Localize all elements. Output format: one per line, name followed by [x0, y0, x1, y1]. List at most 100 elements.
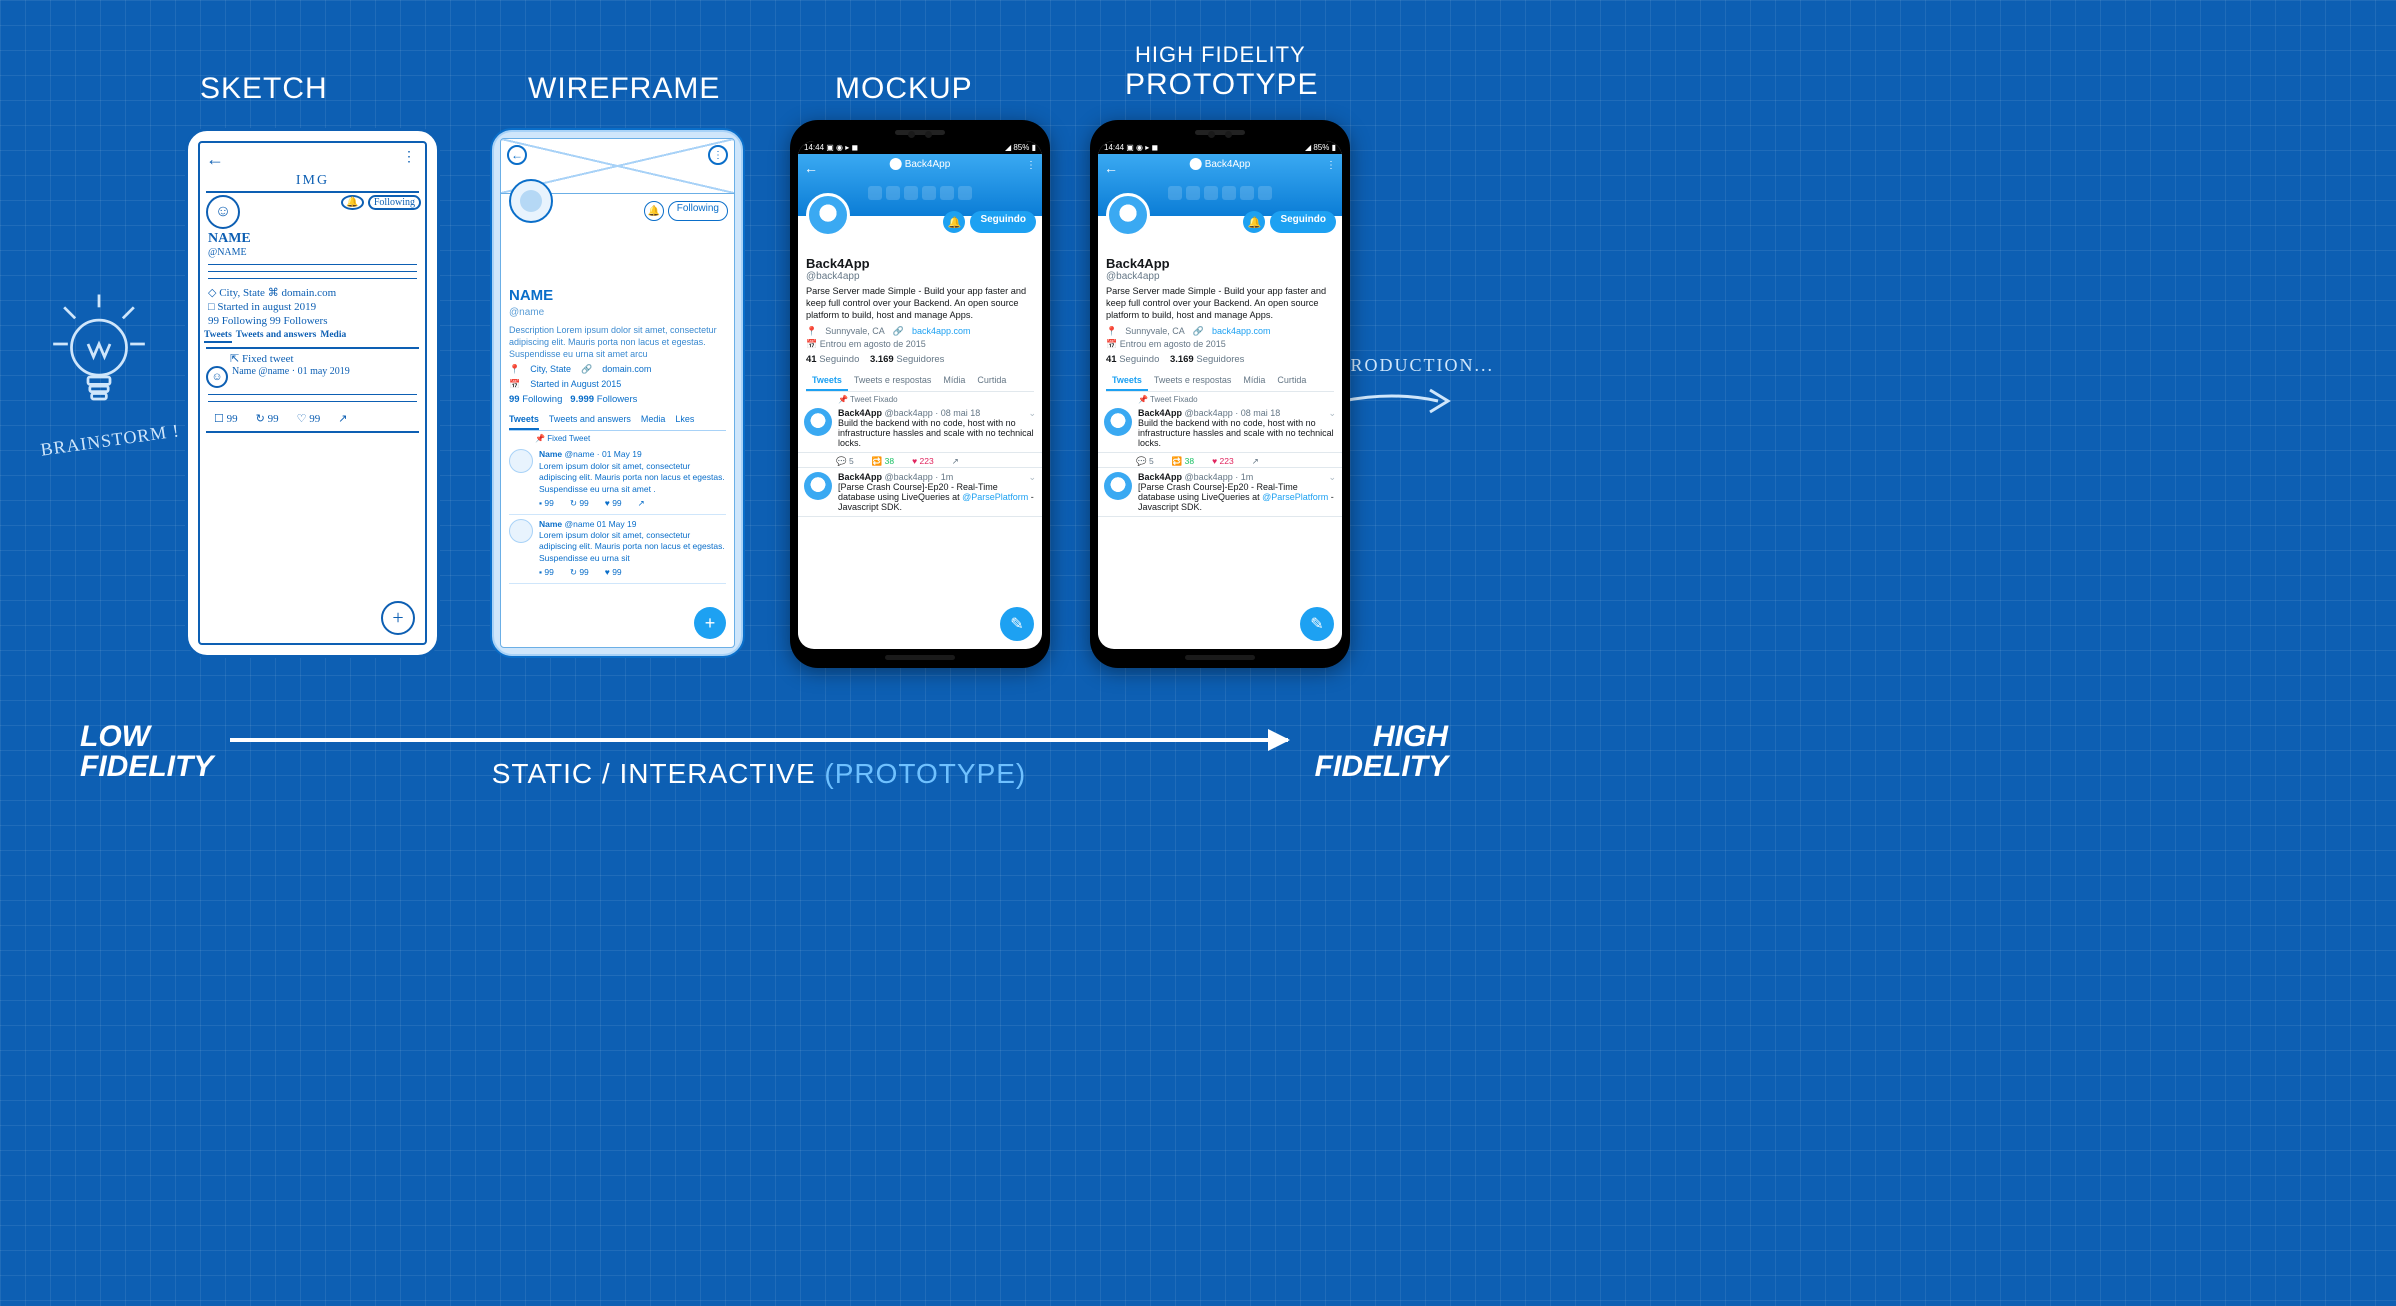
profile-bio: Parse Server made Simple - Build your ap… [806, 286, 1034, 322]
tweet-author: Back4App [1138, 472, 1182, 482]
tweet-item[interactable]: ⌄ Back4App @back4app · 1m [Parse Crash C… [798, 467, 1042, 517]
tab-tweets[interactable]: Tweets [1106, 371, 1148, 391]
link-icon: 🔗 [893, 326, 904, 337]
title-prototype: PROTOTYPE [1125, 68, 1318, 102]
tab-tweets[interactable]: Tweets [806, 371, 848, 391]
title-wireframe: WIREFRAME [528, 72, 720, 106]
menu-dots-icon[interactable]: ⋮ [708, 145, 728, 165]
tab-likes[interactable]: Curtida [1271, 371, 1312, 391]
chevron-down-icon[interactable]: ⌄ [1028, 472, 1036, 483]
share-icon[interactable]: ↗ [338, 412, 347, 425]
tweet-item[interactable]: ⌄ Back4App @back4app · 08 mai 18 Build t… [1098, 404, 1342, 453]
compose-fab[interactable]: ✎ [1300, 607, 1334, 641]
tab-media[interactable]: Media [641, 413, 666, 430]
tweet-text: Build the backend with no code, host wit… [1138, 418, 1336, 448]
following-button[interactable]: Seguindo [1270, 211, 1336, 233]
tab-tweets[interactable]: Tweets [509, 413, 539, 430]
tweet-item[interactable]: Name @name 01 May 19 Lorem ipsum dolor s… [509, 515, 726, 584]
tweet-meta: @back4app · 08 mai 18 [885, 408, 981, 418]
bell-icon[interactable]: 🔔 [943, 211, 965, 233]
share-icon[interactable]: ↗ [1252, 456, 1259, 467]
tweet-item[interactable]: ⌄ Back4App @back4app · 08 mai 18 Build t… [798, 404, 1042, 453]
profile-name: NAME [509, 286, 726, 306]
menu-dots-icon[interactable]: ⋮ [1026, 160, 1036, 171]
tab-likes[interactable]: Curtida [971, 371, 1012, 391]
tweet-item[interactable]: ⌄ Back4App @back4app · 1m [Parse Crash C… [1098, 467, 1342, 517]
tab-replies[interactable]: Tweets e respostas [848, 371, 938, 391]
tab-media[interactable]: Media [320, 330, 346, 343]
following-button[interactable]: Following [368, 195, 421, 210]
reply-icon[interactable]: 💬 5 [836, 456, 854, 467]
avatar-icon [806, 193, 850, 237]
tab-replies[interactable]: Tweets e respostas [1148, 371, 1238, 391]
chevron-down-icon[interactable]: ⌄ [1028, 408, 1036, 419]
tweet-author: Back4App [1138, 408, 1182, 418]
tab-media[interactable]: Mídia [1237, 371, 1271, 391]
prototype-phone: 14:44 ▣ ◉ ▸ ◼◢ 85% ▮ ← ⋮ Back4App 🔔 Segu… [1090, 120, 1350, 668]
banner-placeholder: IMG [200, 143, 425, 189]
menu-dots-icon[interactable]: ⋮ [402, 149, 417, 166]
retweet-icon[interactable]: ↻ 99 [570, 498, 589, 509]
tab-media[interactable]: Mídia [937, 371, 971, 391]
following-button[interactable]: Following [668, 201, 728, 221]
production-annotation: PRODUCTION... [1338, 355, 1494, 431]
tweet-action-row: ☐ 99 ↻ 99 ♡ 99 ↗ [200, 408, 425, 429]
tweet-author: Back4App [838, 408, 882, 418]
compose-fab[interactable]: ✎ [1000, 607, 1034, 641]
like-icon[interactable]: ♥ 223 [1212, 456, 1234, 467]
tabs: Tweets Tweets and answers Media [200, 328, 425, 345]
like-icon[interactable]: ♥ 223 [912, 456, 934, 467]
tweet-text: [Parse Crash Course]-Ep20 - Real-Time da… [838, 482, 1036, 512]
compose-fab[interactable]: + [694, 607, 726, 639]
share-icon[interactable]: ↗ [952, 456, 959, 467]
menu-dots-icon[interactable]: ⋮ [1326, 160, 1336, 171]
retweet-icon[interactable]: 🔁 38 [1172, 456, 1194, 467]
reply-icon[interactable]: 💬 5 [1136, 456, 1154, 467]
reply-icon[interactable]: ▪ 99 [539, 498, 554, 509]
back-arrow-icon[interactable]: ← [507, 145, 527, 165]
link-icon: 🔗 [1193, 326, 1204, 337]
avatar-icon [1106, 193, 1150, 237]
tweet-meta: @back4app · 1m [1185, 472, 1254, 482]
back-arrow-icon[interactable]: ← [804, 160, 818, 176]
reply-icon[interactable]: ☐ 99 [214, 412, 238, 425]
tab-answers[interactable]: Tweets and answers [236, 330, 317, 343]
like-icon[interactable]: ♥ 99 [605, 567, 622, 578]
like-icon[interactable]: ♥ 99 [605, 498, 622, 509]
retweet-icon[interactable]: ↻ 99 [256, 412, 279, 425]
share-icon[interactable]: ↗ [638, 498, 645, 509]
calendar-icon: 📅 [509, 378, 520, 390]
brainstorm-bulb-icon [44, 290, 154, 425]
tweet-item[interactable]: Name @name · 01 May 19 Lorem ipsum dolor… [509, 445, 726, 514]
production-label: PRODUCTION... [1338, 355, 1494, 376]
axis-caption: STATIC / INTERACTIVE (PROTOTYPE) [492, 758, 1027, 790]
bell-icon[interactable]: 🔔 [1243, 211, 1265, 233]
tweet-meta: @back4app · 1m [885, 472, 954, 482]
bell-icon[interactable]: 🔔 [341, 195, 363, 210]
back-arrow-icon[interactable]: ← [206, 149, 224, 170]
profile-handle: @name [509, 306, 726, 320]
tab-likes[interactable]: Lkes [675, 413, 694, 430]
tab-answers[interactable]: Tweets and answers [549, 413, 631, 430]
like-icon[interactable]: ♡ 99 [297, 412, 321, 425]
chevron-down-icon[interactable]: ⌄ [1328, 408, 1336, 419]
tweet-action-row: 💬 5 🔁 38 ♥ 223 ↗ [1098, 453, 1342, 467]
pinned-label: 📌 Tweet Fixado [1106, 392, 1334, 404]
reply-icon[interactable]: ▪ 99 [539, 567, 554, 578]
profile-location: ◇ City, State ⌘ domain.com [200, 285, 425, 300]
retweet-icon[interactable]: ↻ 99 [570, 567, 589, 578]
profile-link[interactable]: back4app.com [912, 326, 971, 336]
following-button[interactable]: Seguindo [970, 211, 1036, 233]
profile-name: Back4App [1106, 256, 1334, 271]
retweet-icon[interactable]: 🔁 38 [872, 456, 894, 467]
bell-icon[interactable]: 🔔 [644, 201, 664, 221]
tab-tweets[interactable]: Tweets [204, 330, 232, 343]
back-arrow-icon[interactable]: ← [1104, 160, 1118, 176]
profile-handle: @back4app [806, 271, 1034, 282]
profile-link[interactable]: domain.com [602, 363, 651, 375]
profile-location: Sunnyvale, CA [825, 326, 885, 336]
status-bar: 14:44 ▣ ◉ ▸ ◼◢ 85% ▮ [1098, 141, 1342, 154]
profile-link[interactable]: back4app.com [1212, 326, 1271, 336]
chevron-down-icon[interactable]: ⌄ [1328, 472, 1336, 483]
compose-fab[interactable]: + [381, 601, 415, 635]
